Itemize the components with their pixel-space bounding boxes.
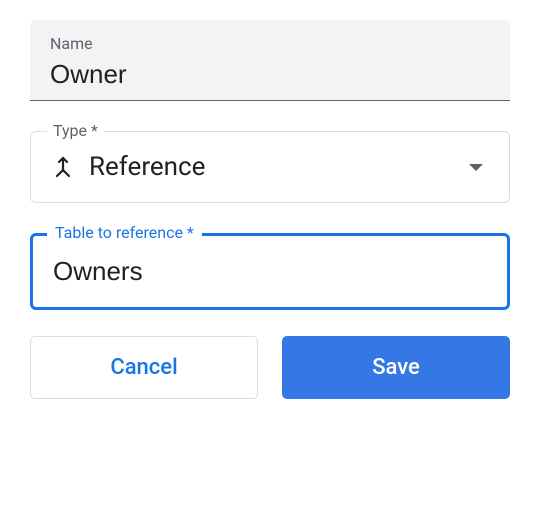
chevron-down-icon (469, 164, 483, 171)
column-dialog: Name Type * Reference Table to reference… (30, 20, 510, 399)
type-label: Type * (47, 121, 104, 140)
table-reference-input[interactable] (53, 256, 487, 287)
name-label: Name (50, 34, 490, 53)
name-input[interactable] (50, 59, 490, 94)
cancel-button[interactable]: Cancel (30, 336, 258, 399)
name-field[interactable]: Name (30, 20, 510, 101)
table-reference-label: Table to reference * (47, 223, 202, 242)
button-row: Cancel Save (30, 336, 510, 399)
merge-icon (51, 155, 75, 179)
type-value: Reference (89, 152, 455, 182)
type-field[interactable]: Type * Reference (30, 131, 510, 203)
table-reference-field[interactable]: Table to reference * (30, 233, 510, 310)
save-button[interactable]: Save (282, 336, 510, 399)
